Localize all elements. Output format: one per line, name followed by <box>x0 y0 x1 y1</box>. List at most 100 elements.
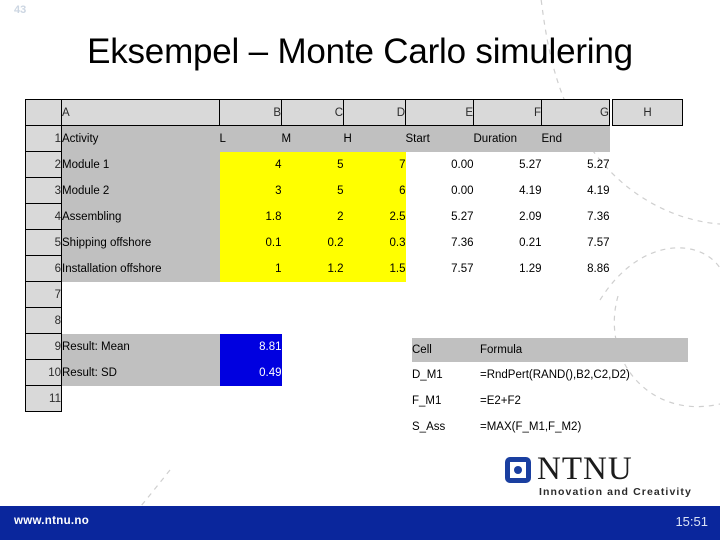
cell-e3[interactable]: 0.00 <box>406 178 473 204</box>
cell-b6[interactable]: 1 <box>219 255 282 282</box>
cell-e8[interactable] <box>406 308 474 334</box>
cell-c10[interactable] <box>282 360 344 386</box>
cell-b11[interactable] <box>220 386 282 412</box>
cell-d9[interactable] <box>344 334 406 360</box>
row-header-11[interactable]: 11 <box>25 385 62 412</box>
row-header-1[interactable]: 1 <box>25 125 62 152</box>
cell-f5[interactable]: 0.21 <box>474 230 541 256</box>
cell-d3[interactable]: 6 <box>343 177 406 204</box>
cell-g1[interactable]: End <box>541 125 610 152</box>
select-all-corner[interactable] <box>25 99 62 126</box>
cell-e5[interactable]: 7.36 <box>406 230 473 256</box>
cell-d2[interactable]: 7 <box>343 151 406 178</box>
cell-e1[interactable]: Start <box>405 125 474 152</box>
cell-f8[interactable] <box>474 308 542 334</box>
cell-a10-result-sd-label[interactable]: Result: SD <box>61 359 220 386</box>
cell-c8[interactable] <box>282 308 344 334</box>
footer-time: 15:51 <box>675 514 708 529</box>
cell-e7[interactable] <box>406 282 474 308</box>
cell-h1[interactable] <box>612 125 683 152</box>
column-header-b[interactable]: B <box>219 99 282 126</box>
cell-e6[interactable]: 7.57 <box>406 256 473 282</box>
cell-c6[interactable]: 1.2 <box>281 255 344 282</box>
cell-g6[interactable]: 8.86 <box>542 256 609 282</box>
cell-c2[interactable]: 5 <box>281 151 344 178</box>
cell-c11[interactable] <box>282 386 344 412</box>
cell-h8[interactable] <box>613 308 683 334</box>
row-header-2[interactable]: 2 <box>25 151 62 178</box>
cell-b5[interactable]: 0.1 <box>219 229 282 256</box>
column-header-a[interactable]: A <box>61 99 220 126</box>
cell-d7[interactable] <box>344 282 406 308</box>
row-header-10[interactable]: 10 <box>25 359 62 386</box>
cell-a2[interactable]: Module 1 <box>61 151 220 178</box>
cell-f2[interactable]: 5.27 <box>474 152 541 178</box>
cell-f7[interactable] <box>474 282 542 308</box>
cell-a3[interactable]: Module 2 <box>61 177 220 204</box>
cell-a11[interactable] <box>62 386 220 412</box>
cell-c5[interactable]: 0.2 <box>281 229 344 256</box>
cell-h7[interactable] <box>613 282 683 308</box>
cell-c7[interactable] <box>282 282 344 308</box>
cell-g8[interactable] <box>542 308 610 334</box>
cell-b8[interactable] <box>220 308 282 334</box>
cell-d4[interactable]: 2.5 <box>343 203 406 230</box>
cell-f6[interactable]: 1.29 <box>474 256 541 282</box>
cell-a9-result-mean-label[interactable]: Result: Mean <box>61 333 220 360</box>
cell-b3[interactable]: 3 <box>219 177 282 204</box>
cell-g5[interactable]: 7.57 <box>542 230 609 256</box>
cell-a4[interactable]: Assembling <box>61 203 220 230</box>
cell-g3[interactable]: 4.19 <box>542 178 609 204</box>
cell-b10-result-sd-value[interactable]: 0.49 <box>219 359 282 386</box>
row-header-9[interactable]: 9 <box>25 333 62 360</box>
cell-g7[interactable] <box>542 282 610 308</box>
row-header-8[interactable]: 8 <box>25 307 62 334</box>
row-header-3[interactable]: 3 <box>25 177 62 204</box>
cell-e4[interactable]: 5.27 <box>406 204 473 230</box>
cell-d10[interactable] <box>344 360 406 386</box>
cell-a6[interactable]: Installation offshore <box>61 255 220 282</box>
cell-d1[interactable]: H <box>343 125 406 152</box>
cell-d11[interactable] <box>344 386 406 412</box>
cell-h3[interactable] <box>613 178 683 204</box>
cell-g4[interactable]: 7.36 <box>542 204 609 230</box>
column-header-c[interactable]: C <box>281 99 344 126</box>
cell-b7[interactable] <box>220 282 282 308</box>
cell-f1[interactable]: Duration <box>473 125 542 152</box>
cell-e2[interactable]: 0.00 <box>406 152 473 178</box>
cell-a7[interactable] <box>62 282 220 308</box>
column-header-e[interactable]: E <box>405 99 474 126</box>
cell-c1[interactable]: M <box>281 125 344 152</box>
cell-h5[interactable] <box>613 230 683 256</box>
cell-d6[interactable]: 1.5 <box>343 255 406 282</box>
row-header-4[interactable]: 4 <box>25 203 62 230</box>
footer-url[interactable]: www.ntnu.no <box>14 515 89 527</box>
row-header-5[interactable]: 5 <box>25 229 62 256</box>
cell-a1[interactable]: Activity <box>61 125 220 152</box>
cell-c4[interactable]: 2 <box>281 203 344 230</box>
column-header-d[interactable]: D <box>343 99 406 126</box>
table-row: 3 Module 2 3 5 6 0.00 4.19 4.19 <box>25 177 683 204</box>
cell-b1[interactable]: L <box>219 125 282 152</box>
cell-f3[interactable]: 4.19 <box>474 178 541 204</box>
cell-b2[interactable]: 4 <box>219 151 282 178</box>
cell-h2[interactable] <box>613 152 683 178</box>
cell-a8[interactable] <box>62 308 220 334</box>
cell-g2[interactable]: 5.27 <box>542 152 609 178</box>
cell-c3[interactable]: 5 <box>281 177 344 204</box>
row-header-7[interactable]: 7 <box>25 281 62 308</box>
column-header-f[interactable]: F <box>473 99 542 126</box>
table-row: 1 Activity L M H Start Duration End <box>25 125 683 152</box>
row-header-6[interactable]: 6 <box>25 255 62 282</box>
cell-d8[interactable] <box>344 308 406 334</box>
column-header-g[interactable]: G <box>541 99 610 126</box>
cell-f4[interactable]: 2.09 <box>474 204 541 230</box>
cell-h4[interactable] <box>613 204 683 230</box>
cell-d5[interactable]: 0.3 <box>343 229 406 256</box>
column-header-h[interactable]: H <box>612 99 683 126</box>
cell-h6[interactable] <box>613 256 683 282</box>
cell-b4[interactable]: 1.8 <box>219 203 282 230</box>
cell-c9[interactable] <box>282 334 344 360</box>
cell-a5[interactable]: Shipping offshore <box>61 229 220 256</box>
cell-b9-result-mean-value[interactable]: 8.81 <box>219 333 282 360</box>
